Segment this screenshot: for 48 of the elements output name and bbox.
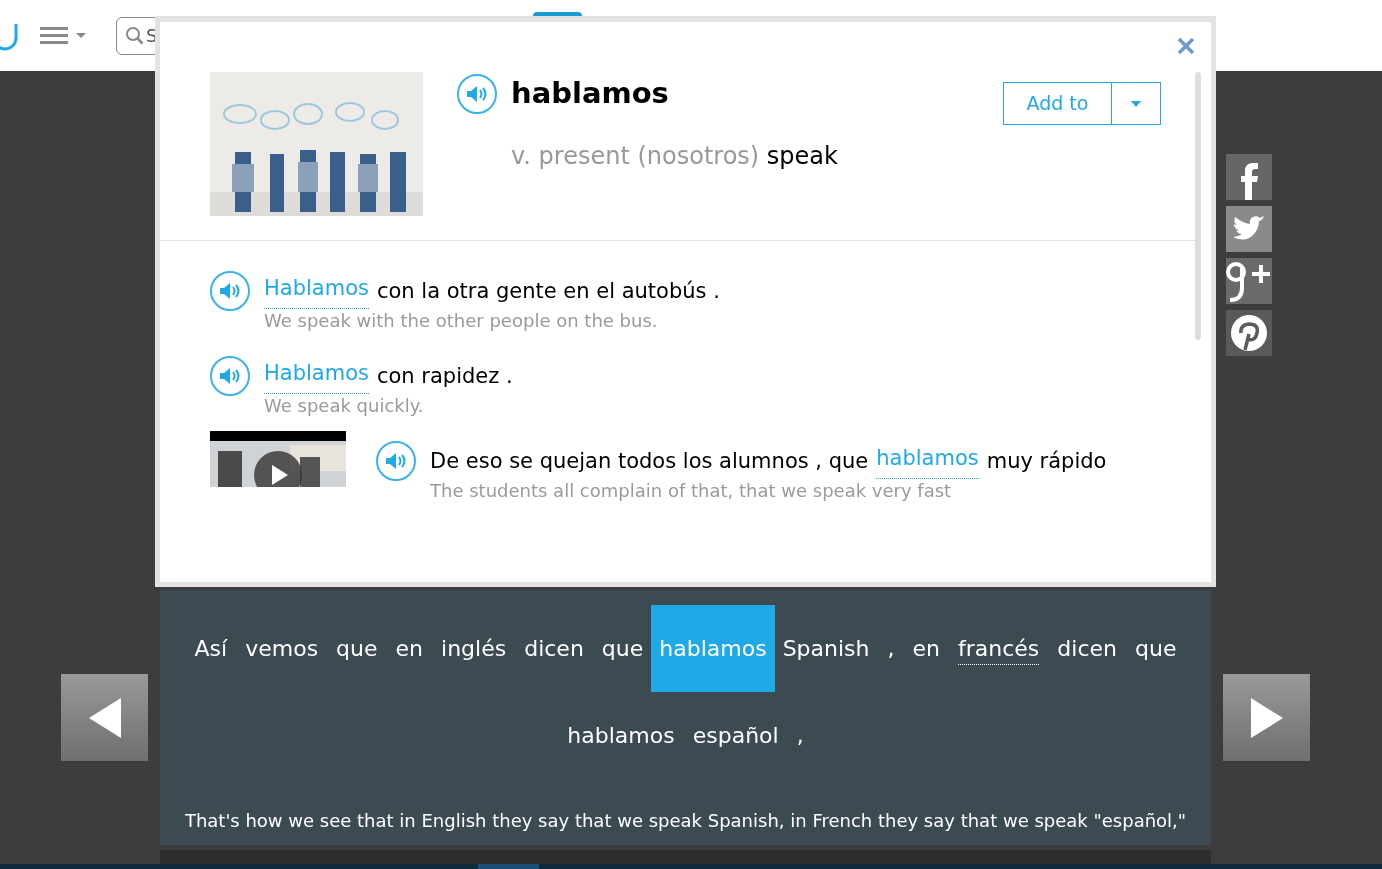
subtitle-word[interactable]: que	[601, 605, 644, 692]
close-button[interactable]	[1177, 36, 1197, 56]
subtitle-word[interactable]: ,	[796, 692, 804, 779]
sentence-text: muy rápido	[986, 448, 1107, 475]
close-icon	[1177, 37, 1195, 55]
pinterest-icon[interactable]	[1226, 310, 1272, 356]
translation-text: We speak quickly.	[264, 394, 425, 418]
subtitle-word[interactable]: dicen	[524, 605, 584, 692]
subtitle-word[interactable]: vemos	[245, 605, 319, 692]
subtitle-word[interactable]: francés	[958, 605, 1040, 692]
entry-word: hablamos	[511, 75, 669, 112]
subtitle-word[interactable]: en	[395, 605, 424, 692]
subtitle-translation: That's how we see that in English they say that we speak Spanish, in French they say that we speak "español,"	[184, 809, 1187, 833]
speaker-icon	[219, 367, 241, 385]
subtitle-word[interactable]: ,	[887, 605, 895, 692]
sentence-text: con rapidez .	[376, 363, 513, 390]
caret-icon	[1131, 100, 1141, 107]
subtitle-word[interactable]: Spanish	[782, 605, 870, 692]
subtitle-word[interactable]: hablamos	[567, 692, 675, 779]
subtitle-word[interactable]: español	[692, 692, 779, 779]
right-arrow-icon	[1250, 697, 1283, 738]
translation-text: We speak with the other people on the bus.	[264, 309, 659, 333]
speaker-icon	[385, 452, 407, 470]
search-icon	[125, 25, 145, 46]
speaker-icon	[466, 84, 488, 103]
translation-text: The students all complain of that, that we speak very fast	[430, 479, 953, 503]
menu-icon[interactable]	[40, 25, 88, 46]
sentence-text: con la otra gente en el autobús .	[376, 278, 720, 305]
subtitle-word[interactable]: Así	[194, 605, 228, 692]
subtitle-word[interactable]: que	[336, 605, 378, 692]
audio-button[interactable]	[457, 73, 497, 114]
grammar-label: v. present (nosotros)	[511, 141, 760, 170]
previous-button[interactable]	[61, 674, 148, 761]
next-button[interactable]	[1223, 674, 1310, 761]
subtitle-word[interactable]: que	[1134, 605, 1177, 692]
google-plus-icon[interactable]	[1226, 258, 1272, 304]
left-arrow-icon	[88, 697, 121, 738]
audio-button[interactable]	[210, 271, 250, 311]
meaning-text: speak	[766, 141, 838, 170]
subtitle-word[interactable]: dicen	[1057, 605, 1117, 692]
bird-icon[interactable]	[1226, 206, 1272, 252]
facebook-icon[interactable]	[1226, 154, 1272, 200]
speaker-icon	[219, 282, 241, 300]
subtitle-word[interactable]: inglés	[441, 605, 507, 692]
subtitle-word[interactable]: en	[912, 605, 940, 692]
audio-button[interactable]	[210, 356, 250, 396]
sentence-text: De eso se quejan todos los alumnos , que	[430, 448, 869, 475]
audio-button[interactable]	[376, 441, 416, 481]
